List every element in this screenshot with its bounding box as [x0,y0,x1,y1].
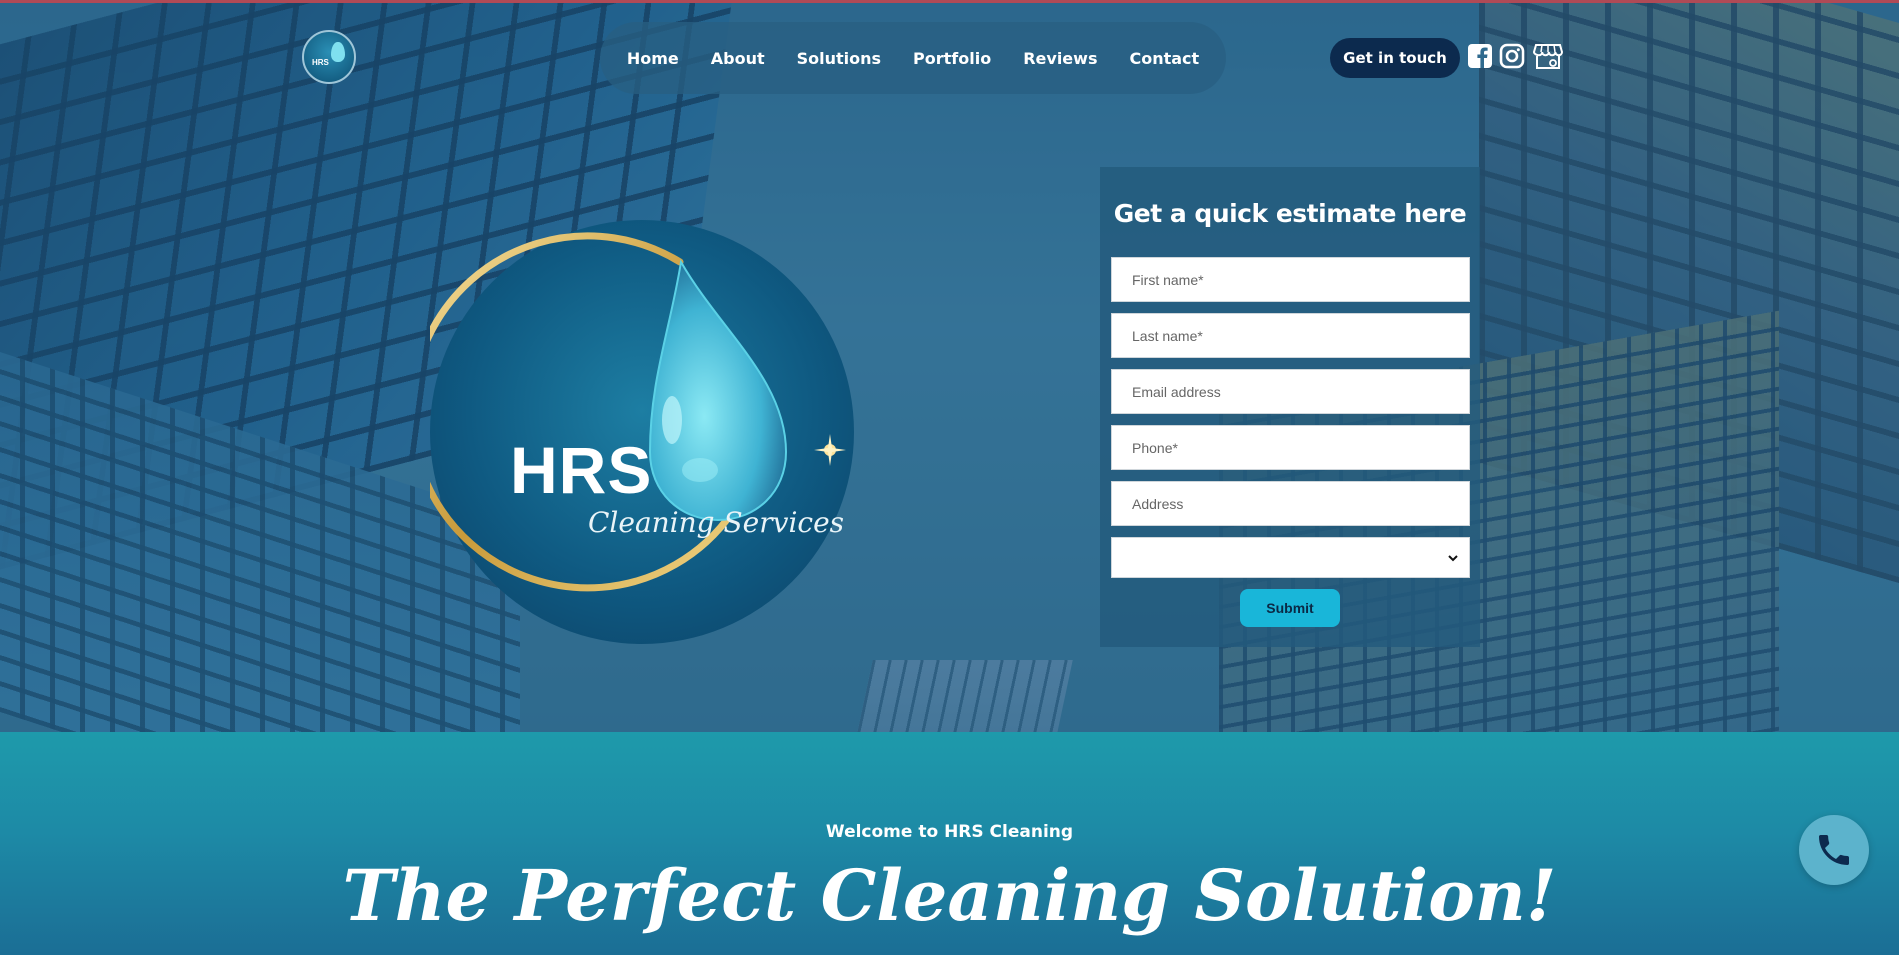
water-drop-icon [331,42,345,62]
storefront-icon[interactable] [1532,42,1564,70]
top-accent-line [0,0,1899,3]
last-name-field[interactable] [1111,313,1470,358]
address-field[interactable] [1111,481,1470,526]
hero-overlay [0,0,1899,732]
get-in-touch-button[interactable]: Get in touch [1330,38,1460,78]
submit-button[interactable]: Submit [1240,589,1340,627]
first-name-field[interactable] [1111,257,1470,302]
nav-item-contact[interactable]: Contact [1113,49,1215,68]
phone-icon [1819,835,1849,865]
site-logo-text: HRS [312,58,329,67]
call-button[interactable] [1799,815,1869,885]
form-title: Get a quick estimate here [1113,199,1467,228]
nav-item-reviews[interactable]: Reviews [1007,49,1113,68]
nav-item-home[interactable]: Home [611,49,695,68]
hero-section [0,0,1899,732]
welcome-headline: The Perfect Cleaning Solution! [342,854,1557,937]
nav-item-solutions[interactable]: Solutions [781,49,897,68]
nav-item-about[interactable]: About [695,49,781,68]
welcome-eyebrow: Welcome to HRS Cleaning [825,822,1074,842]
service-select[interactable] [1111,537,1470,578]
facebook-icon[interactable] [1466,42,1494,70]
logo-brand-text: HRS [510,433,653,507]
main-nav: Home About Solutions Portfolio Reviews C… [600,22,1226,94]
logo-tagline: Cleaning Services [588,506,845,539]
nav-item-portfolio[interactable]: Portfolio [897,49,1007,68]
site-logo[interactable]: HRS [302,30,356,84]
instagram-icon[interactable] [1498,42,1526,70]
estimate-form: Get a quick estimate here Submit [1100,167,1480,647]
phone-field[interactable] [1111,425,1470,470]
email-field[interactable] [1111,369,1470,414]
chevron-down-icon [1448,555,1458,562]
hrs-brand-logo: HRS Cleaning Services [430,220,854,644]
welcome-section: Welcome to HRS Cleaning The Perfect Clea… [0,732,1899,955]
